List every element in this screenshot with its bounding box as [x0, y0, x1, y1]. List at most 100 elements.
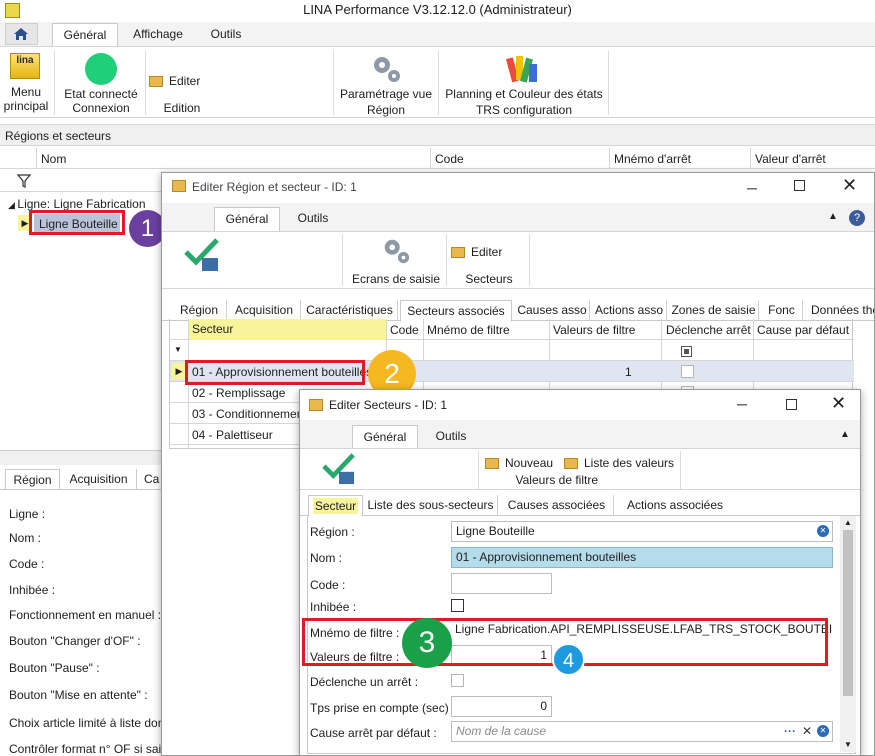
col-nom[interactable]: Nom [41, 152, 66, 166]
callout-3: 3 [402, 618, 452, 668]
subtab-acquisition[interactable]: Acquisition [228, 300, 301, 320]
close-icon[interactable]: ✕ [831, 393, 846, 414]
col-code[interactable]: Code [435, 152, 464, 166]
region-tab-general[interactable]: Général [214, 207, 280, 231]
col-secteur-label: Secteur [192, 322, 234, 336]
menu-principal-button[interactable]: lina Menu principal [2, 49, 50, 115]
field-mise-attente-label: Bouton "Mise en attente" : [9, 688, 148, 702]
tab-affichage[interactable]: Affichage [124, 23, 192, 45]
help-icon[interactable]: ? [849, 210, 865, 226]
clear-circle-icon[interactable]: ✕ [817, 725, 829, 737]
subtab-caracteristiques[interactable]: Caractéristiques [302, 300, 398, 320]
tps-prise-field[interactable]: 0 [451, 696, 552, 717]
save-validate-icon[interactable] [322, 453, 356, 485]
col-valeurs-filtre-header[interactable]: Valeurs de filtre [553, 323, 635, 337]
clear-icon[interactable]: ✕ [802, 722, 812, 741]
nom-label: Nom : [310, 551, 343, 565]
secteurs-tab-general[interactable]: Général [352, 425, 418, 448]
subtab-region[interactable]: Région [172, 300, 227, 320]
secteurs-window: Editer Secteurs - ID: 1 ─ ✕ Général Outi… [299, 389, 861, 756]
subtab-sous-secteurs[interactable]: Liste des sous-secteurs [364, 495, 498, 515]
col-valeur-arret[interactable]: Valeur d'arrêt [755, 152, 826, 166]
planning-couleur-button[interactable]: Planning et Couleur des états TRS config… [441, 49, 607, 117]
subtab-donnees[interactable]: Données the [805, 300, 874, 320]
tab-general[interactable]: Général [52, 23, 118, 46]
secteurs-tab-outils[interactable]: Outils [424, 425, 478, 447]
menu-label-2: principal [3, 99, 49, 113]
collapse-ribbon-icon[interactable]: ▲ [828, 211, 838, 222]
minimize-icon[interactable]: ─ [747, 180, 761, 196]
editer-secteurs-label: Editer [471, 245, 503, 259]
col-mnemo-arret[interactable]: Mnémo d'arrêt [614, 152, 691, 166]
editer-button[interactable]: Editer [148, 73, 208, 91]
subtab-secteur[interactable]: Secteur [308, 495, 363, 517]
secteurs-window-titlebar: Editer Secteurs - ID: 1 ─ ✕ [300, 390, 860, 418]
scroll-down-icon[interactable]: ▼ [844, 740, 852, 749]
subtab-zones-saisie[interactable]: Zones de saisie [669, 300, 759, 320]
field-fonctionnement-label: Fonctionnement en manuel : [9, 608, 162, 622]
region-window-ribbon: Ecrans de saisie Editer Secteurs [162, 231, 874, 289]
maximize-icon[interactable] [794, 180, 805, 191]
cause-placeholder: Nom de la cause [456, 724, 547, 738]
scroll-thumb[interactable] [843, 530, 853, 696]
field-ligne-label: Ligne : [9, 507, 46, 521]
grid-filter-icon[interactable]: ▼ [174, 345, 182, 354]
subtab-fonc[interactable]: Fonc [761, 300, 803, 320]
code-label: Code : [310, 578, 346, 592]
form-scrollbar[interactable]: ▲ ▼ [840, 516, 856, 752]
subtab-actions-asso[interactable]: Actions asso [592, 300, 667, 320]
tps-prise-value: 0 [540, 699, 547, 713]
region-group-label: Région [366, 103, 406, 117]
code-field[interactable] [451, 573, 552, 594]
expand-arrow-icon[interactable]: ◢ [8, 200, 17, 210]
close-icon[interactable]: ✕ [842, 175, 857, 196]
bottom-tab-region[interactable]: Région [5, 469, 60, 490]
editer-secteurs-button[interactable]: Editer [450, 244, 510, 262]
tree-parent[interactable]: ◢ Ligne: Ligne Fabrication [8, 197, 146, 211]
subtab-actions-associees[interactable]: Actions associées [616, 495, 734, 515]
subtab-causes-associees[interactable]: Causes associées [500, 495, 614, 515]
declenche-arret-checkbox[interactable] [451, 674, 464, 687]
cause-defaut-label: Cause arrêt par défaut : [310, 726, 437, 740]
field-nom-label: Nom : [9, 531, 42, 545]
regions-grid-header: Nom Code Mnémo d'arrêt Valeur d'arrêt [0, 148, 875, 169]
planning-label: Planning et Couleur des états [445, 87, 603, 101]
declenche-arret-label: Déclenche un arrêt : [310, 675, 419, 689]
region-field[interactable]: Ligne Bouteille ✕ [451, 521, 833, 542]
clear-icon[interactable]: ✕ [817, 525, 829, 537]
col-cause-header[interactable]: Cause par défaut [757, 323, 849, 337]
minimize-icon[interactable]: ─ [737, 396, 747, 412]
maximize-icon[interactable] [786, 399, 797, 410]
lina-logo-icon: lina [10, 53, 40, 79]
filter-checkbox-icon[interactable] [681, 346, 692, 357]
save-validate-icon[interactable] [184, 238, 220, 272]
liste-valeurs-button[interactable]: Liste des valeurs [563, 455, 674, 473]
home-tab[interactable] [5, 23, 38, 45]
connexion-group-label: Connexion [72, 101, 130, 115]
more-icon[interactable]: ··· [784, 722, 796, 741]
col-code-header[interactable]: Code [390, 323, 419, 337]
tab-outils[interactable]: Outils [198, 23, 254, 45]
gears-icon [374, 57, 400, 82]
declenche-checkbox[interactable] [681, 365, 694, 378]
ecrans-saisie-button[interactable]: Ecrans de saisie [347, 234, 445, 288]
nom-field[interactable]: 01 - Approvisionnement bouteilles [451, 547, 833, 568]
subtab-causes-asso[interactable]: Causes asso [515, 300, 590, 320]
scroll-up-icon[interactable]: ▲ [844, 518, 852, 527]
col-mnemo-filtre-header[interactable]: Mnémo de filtre [427, 323, 510, 337]
region-tab-outils[interactable]: Outils [286, 207, 340, 229]
etat-connecte-button[interactable] [58, 49, 144, 89]
nouveau-button[interactable]: Nouveau [484, 455, 554, 473]
inhibee-checkbox[interactable] [451, 599, 464, 612]
col-secteur-header[interactable]: Secteur [188, 319, 386, 340]
filter-icon[interactable] [17, 174, 31, 188]
parametrage-vue-button[interactable]: Paramétrage vue Région [336, 49, 436, 117]
secteurs-window-title: Editer Secteurs - ID: 1 [329, 398, 448, 412]
tree-parent-label: Ligne: Ligne Fabrication [17, 197, 146, 211]
bottom-tab-acquisition[interactable]: Acquisition [61, 469, 137, 489]
cause-defaut-field[interactable]: Nom de la cause ··· ✕ ✕ [451, 721, 833, 742]
field-code-label: Code : [9, 557, 45, 571]
connected-status-icon [85, 53, 117, 85]
col-declenche-header[interactable]: Déclenche arrêt [666, 323, 751, 337]
collapse-ribbon-icon[interactable]: ▲ [840, 429, 850, 440]
